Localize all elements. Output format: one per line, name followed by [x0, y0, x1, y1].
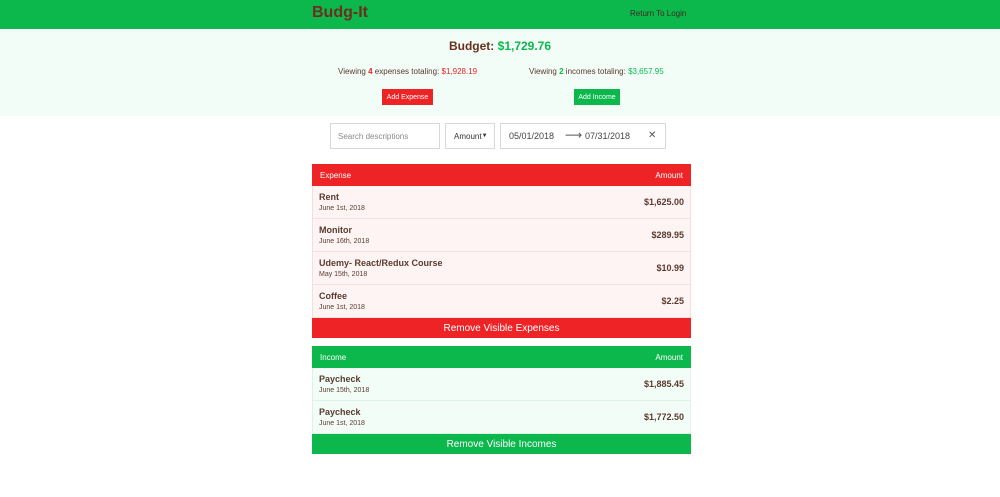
incomes-summary-text: incomes totaling: [565, 67, 626, 76]
expense-date: June 16th, 2018 [319, 238, 370, 245]
app-logo[interactable]: Budg-It [312, 4, 368, 22]
close-icon[interactable]: ✕ [648, 130, 656, 141]
arrow-right-icon: ⟶ [565, 128, 583, 142]
amount-column-header: Amount [655, 170, 683, 180]
amount-column-header: Amount [655, 352, 683, 362]
incomes-panel: Income Amount Paycheck June 15th, 2018 $… [312, 346, 691, 454]
expense-amount: $289.95 [651, 230, 684, 240]
income-column-header: Income [320, 352, 347, 362]
income-title: Paycheck [319, 374, 361, 384]
expenses-count: 4 [368, 67, 373, 76]
search-placeholder: Search descriptions [338, 131, 409, 141]
expense-amount: $10.99 [656, 263, 684, 273]
expense-date: June 1st, 2018 [319, 205, 365, 212]
expenses-summary-prefix: Viewing [338, 67, 366, 76]
search-input[interactable]: Search descriptions [330, 123, 440, 149]
budget-title: Budget: $1,729.76 [0, 39, 1000, 53]
add-income-button[interactable]: Add Income [574, 89, 620, 105]
income-amount: $1,772.50 [643, 412, 684, 422]
expenses-header: Expense Amount [312, 164, 691, 186]
incomes-count: 2 [559, 67, 564, 76]
expense-title: Coffee [319, 291, 348, 301]
expense-column-header: Expense [320, 170, 352, 180]
expense-date: June 1st, 2018 [319, 304, 365, 311]
expense-title: Monitor [319, 225, 352, 235]
expense-row[interactable]: Udemy- React/Redux Course May 15th, 2018… [312, 252, 691, 285]
income-title: Paycheck [319, 407, 361, 417]
incomes-summary-prefix: Viewing [529, 67, 557, 76]
remove-visible-incomes-button[interactable]: Remove Visible Incomes [312, 434, 691, 454]
income-date: June 1st, 2018 [319, 420, 365, 427]
return-to-login-link[interactable]: Return To Login [630, 9, 686, 18]
add-expense-button[interactable]: Add Expense [382, 89, 433, 105]
expenses-total: $1,928.19 [441, 67, 478, 76]
caret-down-icon: ▼ [481, 133, 488, 139]
income-amount: $1,885.45 [643, 379, 684, 389]
incomes-header: Income Amount [312, 346, 691, 368]
incomes-total: $3,657.95 [628, 67, 664, 76]
expense-row[interactable]: Rent June 1st, 2018 $1,625.00 [312, 186, 691, 219]
budget-label: Budget: [448, 39, 495, 53]
remove-visible-expenses-button[interactable]: Remove Visible Expenses [312, 318, 691, 338]
expenses-summary-text: expenses totaling: [374, 67, 440, 76]
expense-row[interactable]: Monitor June 16th, 2018 $289.95 [312, 219, 691, 252]
income-row[interactable]: Paycheck June 1st, 2018 $1,772.50 [312, 401, 691, 434]
budget-summary: Budget: $1,729.76 Viewing 4 expenses tot… [0, 29, 1000, 116]
expense-title: Udemy- React/Redux Course [319, 258, 443, 268]
sort-select[interactable]: Amount ▼ [445, 123, 495, 149]
expenses-panel: Expense Amount Rent June 1st, 2018 $1,62… [312, 164, 691, 338]
sort-value: Amount [454, 131, 482, 141]
income-date: June 15th, 2018 [319, 387, 370, 394]
expense-date: May 15th, 2018 [319, 271, 368, 278]
incomes-summary: Viewing 2 incomes totaling: $3,657.95 [529, 67, 664, 76]
budget-value: $1,729.76 [497, 39, 552, 53]
expense-title: Rent [319, 192, 339, 202]
end-date-input[interactable]: 07/31/2018 [585, 131, 630, 141]
expense-row[interactable]: Coffee June 1st, 2018 $2.25 [312, 285, 691, 318]
app-header: Budg-It Return To Login [0, 0, 1000, 29]
start-date-input[interactable]: 05/01/2018 [509, 131, 554, 141]
expense-amount: $2.25 [661, 296, 684, 306]
expenses-summary: Viewing 4 expenses totaling: $1,928.19 [338, 67, 477, 76]
expense-amount: $1,625.00 [643, 197, 684, 207]
date-range-picker[interactable]: 05/01/2018 ⟶ 07/31/2018 ✕ [500, 123, 666, 149]
income-row[interactable]: Paycheck June 15th, 2018 $1,885.45 [312, 368, 691, 401]
